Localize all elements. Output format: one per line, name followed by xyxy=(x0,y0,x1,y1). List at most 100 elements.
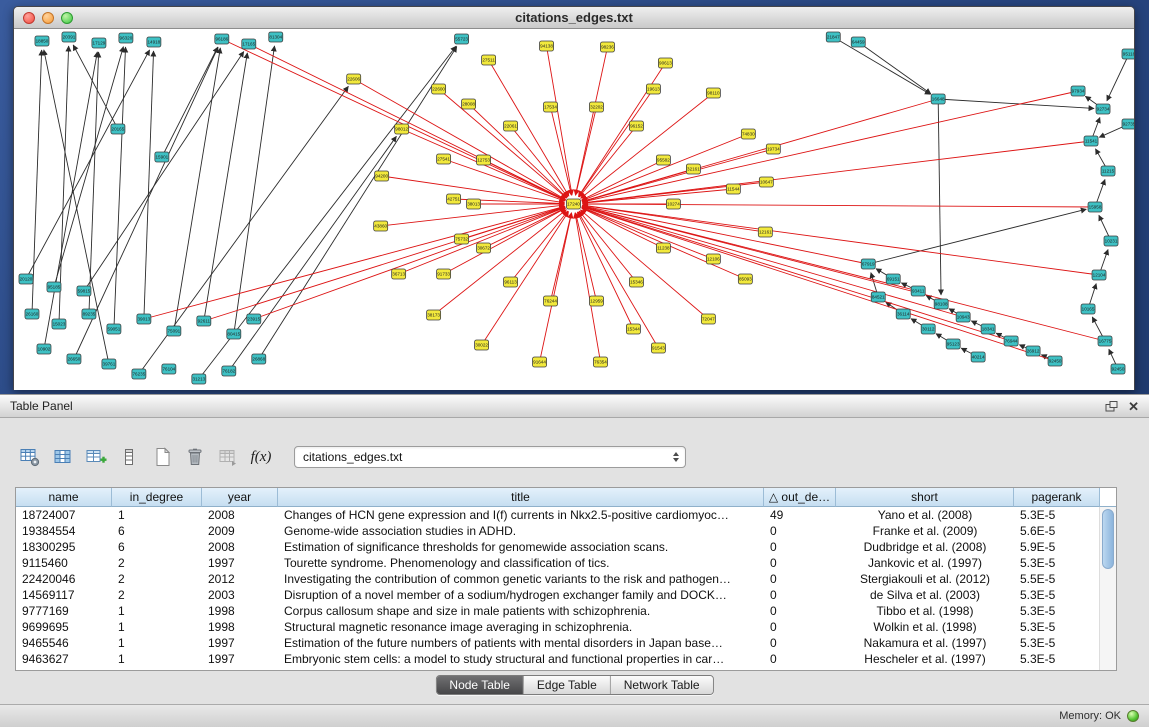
network-edge[interactable] xyxy=(582,205,1099,275)
table-row[interactable]: 2242004622012Investigating the contribut… xyxy=(16,571,1116,587)
network-node[interactable]: 16648 xyxy=(931,94,945,104)
network-node[interactable]: 75091 xyxy=(167,326,181,336)
network-edge[interactable] xyxy=(582,206,868,264)
network-node[interactable]: 39761 xyxy=(102,359,116,369)
network-node[interactable]: 42751 xyxy=(447,194,461,204)
network-node[interactable]: 12753 xyxy=(477,155,491,165)
network-edge[interactable] xyxy=(582,91,1078,202)
network-edge[interactable] xyxy=(204,53,248,321)
network-edge[interactable] xyxy=(582,206,1105,341)
network-node[interactable]: 10902 xyxy=(37,344,51,354)
network-node[interactable]: 18850 xyxy=(35,36,49,46)
network-node[interactable]: 22606 xyxy=(347,74,361,84)
network-node[interactable]: 98012 xyxy=(395,124,409,134)
float-panel-button[interactable] xyxy=(1105,401,1118,412)
network-node[interactable]: 69151 xyxy=(886,274,900,284)
network-node[interactable]: 10165 xyxy=(1081,304,1095,314)
network-node[interactable]: 14918 xyxy=(147,37,161,47)
network-node[interactable]: 27511 xyxy=(482,55,496,65)
network-node[interactable]: 30022 xyxy=(475,340,489,350)
network-node[interactable]: 17165 xyxy=(242,39,256,49)
network-node[interactable]: 96320 xyxy=(119,33,133,43)
table-settings-button[interactable] xyxy=(16,444,44,470)
network-node[interactable]: 17534 xyxy=(544,102,558,112)
network-node[interactable]: 91733 xyxy=(437,269,451,279)
network-node[interactable]: 31213 xyxy=(192,374,206,384)
network-node[interactable]: 98236 xyxy=(600,42,614,52)
network-node[interactable]: 15958 xyxy=(1088,202,1102,212)
network-node[interactable]: 76244 xyxy=(544,296,558,306)
network-node[interactable]: 81304 xyxy=(269,32,283,42)
network-edge[interactable] xyxy=(582,141,1091,203)
network-node[interactable]: 95582 xyxy=(656,155,670,165)
network-edge[interactable] xyxy=(399,207,565,274)
network-edge[interactable] xyxy=(858,42,931,94)
network-node[interactable]: 38173 xyxy=(427,310,441,320)
network-edge[interactable] xyxy=(938,99,941,295)
table-row[interactable]: 946362711997Embryonic stem cells: a mode… xyxy=(16,651,1116,667)
network-canvas[interactable]: 1724010274112381534612959762449611330672… xyxy=(14,29,1134,390)
network-edge[interactable] xyxy=(32,50,42,314)
network-node[interactable]: 96186 xyxy=(215,34,229,44)
network-node[interactable]: 85093 xyxy=(738,274,752,284)
column-header-name[interactable]: name xyxy=(16,488,112,507)
network-edge[interactable] xyxy=(144,206,565,319)
network-node[interactable]: 12106 xyxy=(706,254,720,264)
network-node[interactable]: 26868 xyxy=(252,354,266,364)
network-node[interactable]: 36114 xyxy=(896,309,910,319)
network-node[interactable]: 76944 xyxy=(1004,336,1018,346)
network-edge[interactable] xyxy=(73,45,118,129)
network-node[interactable]: 92450 xyxy=(1048,356,1062,366)
network-node[interactable]: 92450 xyxy=(1111,364,1125,374)
network-node[interactable]: 43860 xyxy=(374,221,388,231)
network-edge[interactable] xyxy=(44,50,109,364)
network-edge[interactable] xyxy=(114,47,126,329)
network-node[interactable]: 22061 xyxy=(504,121,518,131)
network-node[interactable]: 21847 xyxy=(826,32,840,42)
show-columns-button[interactable] xyxy=(49,444,77,470)
network-edge[interactable] xyxy=(469,104,567,198)
minimize-window-button[interactable] xyxy=(42,12,54,24)
network-node[interactable]: 92735 xyxy=(1122,119,1134,129)
network-edge[interactable] xyxy=(582,160,664,200)
network-edge[interactable] xyxy=(1107,54,1129,101)
column-header-title[interactable]: title xyxy=(278,488,764,507)
network-node[interactable]: 91543 xyxy=(651,343,665,353)
network-node[interactable]: 76182 xyxy=(222,366,236,376)
network-node[interactable]: 55723 xyxy=(455,34,469,44)
network-node[interactable]: 12959 xyxy=(589,296,603,306)
network-node[interactable]: 10647 xyxy=(759,177,773,187)
network-node[interactable]: 18341 xyxy=(981,324,995,334)
new-table-button[interactable] xyxy=(148,444,176,470)
network-edge[interactable] xyxy=(444,159,565,201)
network-edge[interactable] xyxy=(551,213,572,301)
close-panel-button[interactable]: ✕ xyxy=(1128,400,1139,413)
network-node[interactable]: 19734 xyxy=(766,144,780,154)
network-node[interactable]: 96113 xyxy=(504,277,518,287)
table-row[interactable]: 946554611997Estimation of the future num… xyxy=(16,635,1116,651)
network-node[interactable]: 94138 xyxy=(540,41,554,51)
network-node[interactable]: 95185 xyxy=(47,282,61,292)
network-node[interactable]: 98108 xyxy=(934,299,948,309)
network-edge[interactable] xyxy=(84,51,244,291)
network-node[interactable]: 12104 xyxy=(1092,270,1106,280)
network-edge[interactable] xyxy=(354,79,566,200)
zoom-window-button[interactable] xyxy=(61,12,73,24)
table-mode-button[interactable] xyxy=(115,444,143,470)
column-header-out_degree[interactable]: △ out_de… xyxy=(764,488,836,507)
network-edge[interactable] xyxy=(540,213,572,362)
table-row[interactable]: 977716911998Corpus callosum shape and si… xyxy=(16,603,1116,619)
network-node[interactable]: 17129 xyxy=(92,38,106,48)
network-node[interactable]: 15901 xyxy=(155,152,169,162)
network-node[interactable]: 22600 xyxy=(432,84,446,94)
table-row[interactable]: 1830029562008Estimation of significance … xyxy=(16,539,1116,555)
network-node[interactable]: 26650 xyxy=(67,354,81,364)
network-node[interactable]: 74830 xyxy=(741,129,755,139)
network-node[interactable]: 95118 xyxy=(1122,49,1134,59)
network-node[interactable]: 98110 xyxy=(706,88,720,98)
network-edge[interactable] xyxy=(249,44,566,200)
network-node[interactable]: 10274 xyxy=(666,199,680,209)
column-header-short[interactable]: short xyxy=(836,488,1014,507)
network-node[interactable]: 75732 xyxy=(455,234,469,244)
network-edge[interactable] xyxy=(938,99,1094,108)
